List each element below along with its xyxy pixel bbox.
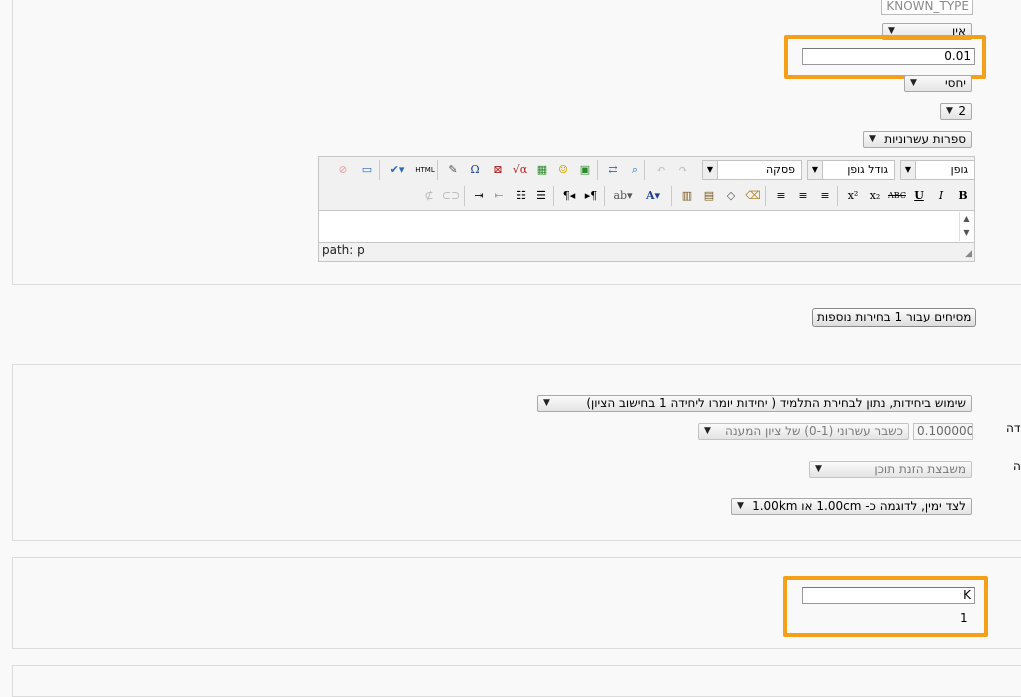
numbered-list-icon[interactable]: ☷ [511, 187, 531, 205]
chevron-down-icon: ▼ [815, 464, 822, 474]
unit-input-method-select[interactable]: ▼ משבצת הזנת תוכן [809, 461, 972, 478]
paragraph-format-label: פסקה [766, 163, 795, 176]
insert-media-icon[interactable]: ▦ [532, 161, 552, 179]
chevron-down-icon: ▼ [808, 161, 823, 179]
chevron-down-icon: ▼ [543, 398, 550, 408]
paste-text-icon[interactable]: ▥ [677, 187, 697, 205]
replace-icon[interactable]: ⇄ [603, 161, 623, 179]
chevron-down-icon: ▼ [869, 134, 876, 144]
chevron-down-icon: ▼ [901, 161, 916, 179]
unit-position-label: לצד ימין, לדוגמה כ- 1.00cm או 1.00km [752, 499, 966, 513]
italic-button[interactable]: I [931, 187, 951, 205]
chevron-down-icon: ▼ [946, 106, 953, 116]
known-type-field[interactable]: KNOWN_TYPE [881, 0, 973, 15]
chevron-down-icon: ▼ [737, 501, 744, 511]
toolbar-separator [765, 186, 766, 206]
fullscreen-icon[interactable]: ▭ [357, 161, 377, 179]
indent-icon[interactable]: ⇥ [469, 187, 489, 205]
bullet-list-icon[interactable]: ☰ [531, 187, 551, 205]
toolbar-separator [604, 186, 605, 206]
toolbar-separator [464, 186, 465, 206]
unit-usage-label: שימוש ביחידות, נתון לבחירת התלמיד ( יחיד… [586, 396, 966, 410]
spellcheck-icon[interactable]: ✔▾ [383, 161, 411, 179]
html-source-button[interactable]: HTML [415, 161, 435, 179]
superscript-icon[interactable]: x² [843, 187, 863, 205]
toolbar-separator [379, 160, 380, 180]
chevron-down-icon: ▼ [910, 78, 917, 88]
font-size-label: גודל גופן [847, 163, 888, 176]
editor-toolbar-row-2: B I U ABC x₂ x² ≡ ≡ ≡ ⌫ ◇ ▤ ▥ A▾ ab▾ ▸¶ … [319, 183, 974, 209]
toolbar-separator [597, 160, 598, 180]
editor-toolbar-row-1: ▼ גופן ▼ גודל גופן ▼ פסקה ↶ ↷ ⌕ ⇄ ▣ ☺ ▦ … [319, 157, 975, 183]
editor-content-area[interactable]: ▲ ▼ [319, 210, 974, 243]
search-icon[interactable]: ⌕ [625, 161, 645, 179]
special-char-icon[interactable]: Ω [465, 161, 485, 179]
answer-digits-label: 2 [958, 104, 966, 118]
ltr-icon[interactable]: ▸¶ [581, 187, 601, 205]
unit-input-method-label-cut: ה [1013, 459, 1021, 473]
subscript-icon[interactable]: x₂ [865, 187, 885, 205]
toolbar-separator [437, 160, 438, 180]
link-icon[interactable]: ⊂⊃ [441, 187, 461, 205]
align-center-icon[interactable]: ≡ [793, 187, 813, 205]
scroll-down-icon[interactable]: ▼ [960, 226, 973, 240]
unit-highlight [783, 576, 988, 637]
resize-grip-icon[interactable]: ◢ [965, 249, 972, 259]
unit-penalty-input[interactable]: 0.1000000 [913, 423, 973, 440]
font-size-select[interactable]: ▼ גודל גופן [807, 160, 895, 180]
unit-penalty-select[interactable]: ▼ כשבר עשרוני (0-1) של ציון המענה [698, 423, 909, 440]
clean-format-icon[interactable]: ⌫ [743, 187, 763, 205]
rtl-icon[interactable]: ¶◂ [559, 187, 579, 205]
answer-format-select[interactable]: ▼ ספרות עשרוניות [863, 131, 972, 148]
feedback-editor: ▼ גופן ▼ גודל גופן ▼ פסקה ↶ ↷ ⌕ ⇄ ▣ ☺ ▦ … [318, 156, 975, 262]
font-family-label: גופן [950, 163, 968, 176]
unit-usage-select[interactable]: ▼ שימוש ביחידות, נתון לבחירת התלמיד ( יח… [537, 395, 972, 412]
highlight-color-icon[interactable]: ab▾ [609, 187, 637, 205]
tolerance-type-select[interactable]: ▼ יחסי [904, 75, 972, 92]
unit-input-method-label: משבצת הזנת תוכן [874, 462, 966, 476]
font-family-select[interactable]: ▼ גופן [900, 160, 975, 180]
toolbar-separator [671, 186, 672, 206]
edit-icon[interactable]: ✎ [443, 161, 463, 179]
answer-digits-select[interactable]: ▼ 2 [940, 103, 972, 120]
next-panel [12, 665, 1021, 697]
outdent-icon[interactable]: ⇤ [489, 187, 509, 205]
scroll-up-icon[interactable]: ▲ [960, 212, 973, 226]
paste-word-icon[interactable]: ▤ [699, 187, 719, 205]
add-choices-button[interactable]: מסיחים עבור 1 בחירות נוספות [812, 308, 977, 327]
answer-format-label: ספרות עשרוניות [884, 132, 966, 146]
chevron-down-icon: ▼ [704, 426, 711, 436]
eraser-icon[interactable]: ◇ [721, 187, 741, 205]
unit-name-input[interactable]: K [802, 587, 975, 604]
strikethrough-button[interactable]: ABC [887, 187, 907, 205]
unit-multiplier-value: 1 [960, 611, 968, 625]
insert-image-icon[interactable]: ▣ [575, 161, 595, 179]
unit-penalty-label: כשבר עשרוני (0-1) של ציון המענה [725, 424, 903, 438]
chevron-down-icon: ▼ [703, 161, 718, 179]
font-color-icon[interactable]: A▾ [639, 187, 667, 205]
bold-button[interactable]: B [953, 187, 973, 205]
tolerance-type-label: יחסי [945, 76, 966, 90]
paragraph-format-select[interactable]: ▼ פסקה [702, 160, 802, 180]
unit-penalty-label-cut: דה [1006, 421, 1021, 435]
underline-button[interactable]: U [909, 187, 929, 205]
toolbar-separator [553, 186, 554, 206]
toolbar-separator [837, 186, 838, 206]
unlink-icon[interactable]: ⊘ [333, 161, 353, 179]
unit-position-select[interactable]: ▼ לצד ימין, לדוגמה כ- 1.00cm או 1.00km [731, 498, 972, 515]
redo-icon[interactable]: ↷ [673, 161, 693, 179]
align-left-icon[interactable]: ≡ [815, 187, 835, 205]
unlink-icon[interactable]: ⊄ [419, 187, 439, 205]
editor-path-label: path: p [322, 243, 365, 257]
editor-scrollbar[interactable]: ▲ ▼ [959, 212, 973, 241]
tolerance-input[interactable]: 0.01 [802, 48, 975, 65]
tex-icon[interactable]: ⊠ [488, 161, 508, 179]
emoticon-icon[interactable]: ☺ [553, 161, 573, 179]
undo-icon[interactable]: ↶ [651, 161, 671, 179]
align-right-icon[interactable]: ≡ [771, 187, 791, 205]
math-icon[interactable]: √α [510, 161, 530, 179]
